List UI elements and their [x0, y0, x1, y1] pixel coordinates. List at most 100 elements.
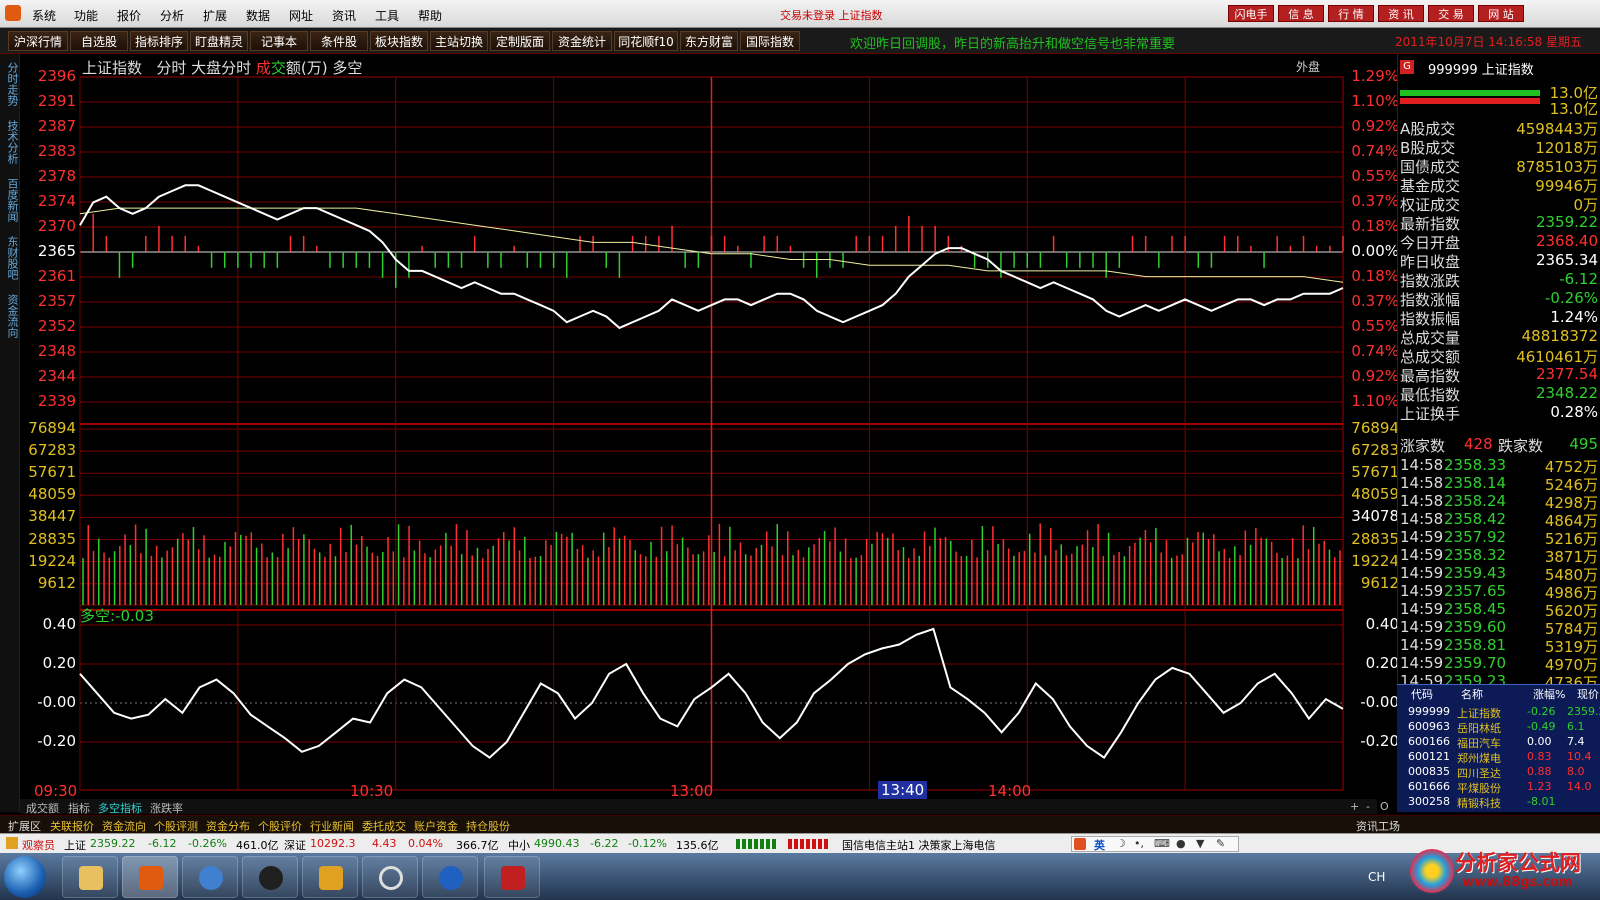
- tick-price: 2358.42: [1444, 510, 1507, 528]
- y-left-label: 2396: [37, 67, 76, 85]
- ext-positions[interactable]: 持仓股份: [466, 818, 510, 834]
- zoom-in-button[interactable]: +: [1350, 800, 1359, 813]
- ime-moon-icon[interactable]: ☽: [1116, 837, 1126, 850]
- wl-name: 四川圣达: [1457, 767, 1501, 780]
- ime-punct-icon[interactable]: •,: [1134, 837, 1144, 850]
- wl-header-pct[interactable]: 涨幅%: [1533, 686, 1565, 702]
- subtab-indicator[interactable]: 指标: [68, 800, 90, 816]
- chart-mode: 分时 大盘分时: [156, 59, 256, 77]
- server-info[interactable]: 国信电信主站1 决策家上海电信: [842, 837, 996, 853]
- tick-row: 14:58 2358.24 4298万: [1398, 492, 1600, 512]
- site-watermark: 分析家公式网 www.88gs.com: [1400, 845, 1600, 900]
- wl-header-name[interactable]: 名称: [1461, 686, 1483, 702]
- watchlist-row[interactable]: 300258 精锻科技 -8.01: [1397, 795, 1600, 814]
- ext-stock-eval[interactable]: 个股评测: [154, 818, 198, 834]
- waipan-label[interactable]: 外盘: [1296, 58, 1320, 75]
- ext-fund-dist[interactable]: 资金分布: [206, 818, 250, 834]
- ext-account[interactable]: 账户资金: [414, 818, 458, 834]
- tick-price: 2359.43: [1444, 564, 1507, 582]
- windows-taskbar: [0, 853, 1600, 900]
- stat-value: 4610461万: [1516, 348, 1598, 366]
- watermark-url: www.88gs.com: [1462, 875, 1573, 890]
- tick-price: 2358.45: [1444, 600, 1507, 618]
- stat-value: 99946万: [1535, 177, 1598, 195]
- zoom-out-button[interactable]: -: [1366, 800, 1370, 813]
- y-right-label: 1.10%: [1351, 92, 1399, 110]
- tray-language[interactable]: CH: [1368, 870, 1385, 884]
- y-right-label: 1.10%: [1351, 392, 1399, 410]
- taskbar-search[interactable]: [362, 856, 418, 898]
- wl-code: 600963: [1408, 720, 1450, 733]
- tick-row: 14:59 2357.92 5216万: [1398, 528, 1600, 548]
- sh-amount: 461.0亿: [236, 839, 279, 852]
- ext-area[interactable]: 扩展区: [8, 818, 41, 834]
- wl-price: 2359.2: [1567, 705, 1600, 718]
- qq-penguin-icon: [259, 866, 283, 890]
- sz-pct: 0.04%: [408, 837, 443, 850]
- stat-value: 1.24%: [1550, 308, 1598, 326]
- wl-code: 999999: [1408, 705, 1450, 718]
- ime-user-icon[interactable]: ●: [1176, 837, 1186, 850]
- wl-header-price[interactable]: 现价: [1577, 686, 1599, 702]
- y-right-label: 0.55%: [1351, 317, 1399, 335]
- stat-row: 指数振幅 1.24%: [1398, 308, 1600, 328]
- stat-label: 指数涨跌: [1400, 272, 1461, 290]
- ime-toolbar[interactable]: 英 ☽ •, ⌨ ● ▼ ✎: [1071, 836, 1239, 852]
- stat-row: 权证成交 0万: [1398, 194, 1600, 214]
- taskbar-media[interactable]: [302, 856, 358, 898]
- ext-stock-review[interactable]: 个股评价: [258, 818, 302, 834]
- app-icon: [139, 866, 163, 890]
- tick-row: 14:59 2358.45 5620万: [1398, 600, 1600, 620]
- bar2-value: 13.0亿: [1549, 100, 1598, 118]
- tick-price: 2358.33: [1444, 456, 1507, 474]
- wl-code: 000835: [1408, 765, 1450, 778]
- tick-price: 2358.81: [1444, 636, 1507, 654]
- taskbar-cards[interactable]: [484, 856, 540, 898]
- ime-skin-icon[interactable]: ▼: [1196, 837, 1204, 850]
- taskbar-qq-game[interactable]: [182, 856, 238, 898]
- x-label-0930: 09:30: [34, 782, 78, 800]
- vol-left-label: 57671: [28, 463, 76, 482]
- y-right-label: 0.74%: [1351, 142, 1399, 160]
- folder-icon: [79, 866, 103, 890]
- y-left-label: 2352: [37, 317, 76, 335]
- ext-related-quote[interactable]: 关联报价: [50, 818, 94, 834]
- stat-value: 8785103万: [1516, 158, 1598, 176]
- stat-label: 总成交额: [1400, 348, 1461, 366]
- tick-time: 14:59: [1400, 528, 1444, 546]
- sell-meter-icon: [788, 839, 828, 849]
- subtab-adr[interactable]: 涨跌率: [150, 800, 183, 816]
- up-label: 涨家数: [1400, 437, 1446, 455]
- ime-settings-icon[interactable]: ✎: [1216, 837, 1225, 850]
- wl-header-code[interactable]: 代码: [1411, 686, 1433, 702]
- stat-label: A股成交: [1400, 120, 1456, 138]
- x-label-1030: 10:30: [350, 782, 394, 800]
- taskbar-qq[interactable]: [242, 856, 298, 898]
- reset-button[interactable]: O: [1380, 800, 1389, 813]
- ext-fund-flow[interactable]: 资金流向: [102, 818, 146, 834]
- info-workshop-button[interactable]: 资讯工场: [1356, 818, 1400, 834]
- taskbar-trading-app[interactable]: [122, 856, 178, 898]
- ext-industry-news[interactable]: 行业新闻: [310, 818, 354, 834]
- sh-change: -6.12: [148, 837, 177, 850]
- stat-label: 指数振幅: [1400, 310, 1461, 328]
- stat-label: 基金成交: [1400, 177, 1461, 195]
- up-count: 428: [1464, 435, 1493, 453]
- tick-row: 14:58 2358.14 5246万: [1398, 474, 1600, 494]
- subtab-duokong[interactable]: 多空指标: [98, 800, 142, 816]
- taskbar-explorer[interactable]: [62, 856, 118, 898]
- stat-row: B股成交 12018万: [1398, 137, 1600, 157]
- ext-orders[interactable]: 委托成交: [362, 818, 406, 834]
- y-right-label: 0.92%: [1351, 117, 1399, 135]
- indicator-subtabs: 成交额 指标 多空指标 涨跌率 + - O: [20, 799, 1389, 816]
- wl-pct: -8.01: [1527, 795, 1556, 808]
- taskbar-browser[interactable]: [422, 856, 478, 898]
- user-role[interactable]: 观察员: [22, 837, 55, 853]
- start-button-icon[interactable]: [4, 856, 46, 898]
- subtab-turnover[interactable]: 成交额: [26, 800, 59, 816]
- sh-pct: -0.26%: [188, 837, 227, 850]
- ime-lang[interactable]: 英: [1094, 837, 1105, 853]
- y-left-label: 2387: [37, 117, 76, 135]
- ime-keyboard-icon[interactable]: ⌨: [1154, 837, 1170, 850]
- title-rest: 额(万) 多空: [285, 59, 363, 77]
